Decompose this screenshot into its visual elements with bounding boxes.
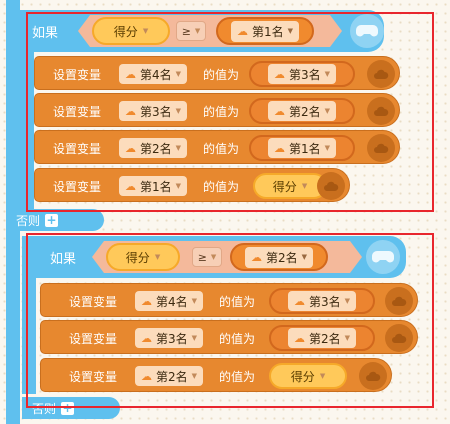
else-bar-1[interactable]: 否则 + xyxy=(6,209,104,231)
highlight-box-1 xyxy=(26,12,434,212)
else-keyword: 否则 xyxy=(16,213,41,228)
add-branch-button[interactable]: + xyxy=(45,213,59,227)
highlight-box-2 xyxy=(26,233,434,408)
